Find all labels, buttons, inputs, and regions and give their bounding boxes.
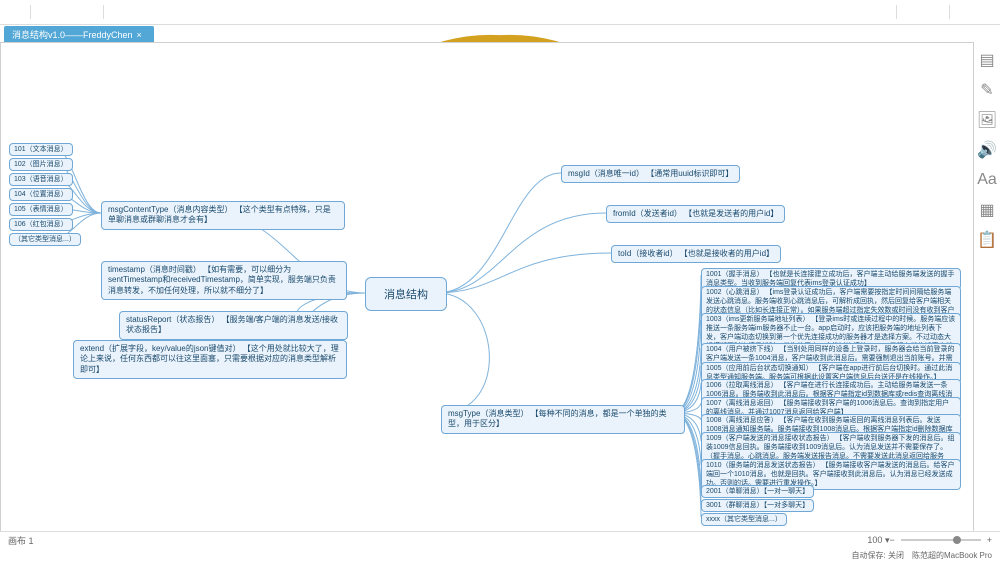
- device-name: 陈范超的MacBook Pro: [912, 550, 992, 561]
- format-icon[interactable]: [978, 4, 994, 20]
- msg-content-type-node[interactable]: msgContentType（消息内容类型） 【这个类型有点特殊，只是单聊消息或…: [101, 201, 345, 230]
- status-report-node[interactable]: statusReport（状态报告） 【服务端/客户端的消息发送/接收状态报告】: [119, 311, 348, 340]
- ct-104[interactable]: 104（位置消息）: [9, 188, 73, 201]
- msgtype-node[interactable]: msgType（消息类型） 【每种不同的消息，都是一个单独的类型，用于区分】: [441, 405, 685, 434]
- ct-105[interactable]: 105（表情消息）: [9, 203, 73, 216]
- task-icon[interactable]: 📋: [979, 232, 995, 248]
- center-node[interactable]: 消息结构: [365, 277, 447, 311]
- image-icon[interactable]: 🖼: [979, 112, 995, 128]
- ct-103[interactable]: 103（语音消息）: [9, 173, 73, 186]
- zoom-out-icon[interactable]: −: [889, 535, 894, 545]
- toid-node[interactable]: toId（接收者id） 【也就是接收者的用户id】: [611, 245, 781, 263]
- ct-106[interactable]: 106（红包消息）: [9, 218, 73, 231]
- sheet-bar: 画布 1 100 ▾ − +: [0, 531, 1000, 548]
- ct-other[interactable]: （其它类型消息...）: [9, 233, 81, 246]
- zoom-slider[interactable]: [901, 539, 981, 541]
- msgid-node[interactable]: msgId（消息唯一id） 【通常用uuid标识即可】: [561, 165, 740, 183]
- mt-xxxx[interactable]: xxxx（其它类型消息...）: [701, 513, 787, 526]
- status-bar: 自动保存: 关闭 陈范超的MacBook Pro: [0, 548, 1000, 562]
- timestamp-node[interactable]: timestamp（消息时间戳） 【如有需要，可以细分为sentTimestam…: [101, 261, 347, 300]
- extend-node[interactable]: extend（扩展字段，key/value的json键值对） 【这个用处就比较大…: [73, 340, 347, 379]
- sheet-tab[interactable]: 画布 1: [8, 534, 34, 547]
- zoom-in-icon[interactable]: +: [987, 535, 992, 545]
- top-toolbar: [0, 0, 1000, 25]
- mt-2001[interactable]: 2001（单聊消息）【一对一聊天】: [701, 485, 814, 498]
- zoom-value[interactable]: 100 ▾: [867, 535, 889, 546]
- format-panel-icon[interactable]: ▤: [979, 52, 995, 68]
- ct-101[interactable]: 101（文本消息）: [9, 143, 73, 156]
- audio-icon[interactable]: 🔊: [979, 142, 995, 158]
- fromid-node[interactable]: fromId（发送者id） 【也就是发送者的用户id】: [606, 205, 785, 223]
- autosave-status: 自动保存: 关闭: [852, 550, 904, 561]
- notes-icon[interactable]: ▦: [979, 202, 995, 218]
- ct-102[interactable]: 102（图片消息）: [9, 158, 73, 171]
- mt-3001[interactable]: 3001（群聊消息）【一对多聊天】: [701, 499, 814, 512]
- text-icon[interactable]: Aa: [979, 172, 995, 188]
- mindmap-canvas[interactable]: 消息结构 101（文本消息） 102（图片消息） 103（语音消息） 104（位…: [0, 42, 974, 532]
- right-rail: ▤ ✎ 🖼 🔊 Aa ▦ 📋: [976, 42, 998, 532]
- marker-icon[interactable]: ✎: [979, 82, 995, 98]
